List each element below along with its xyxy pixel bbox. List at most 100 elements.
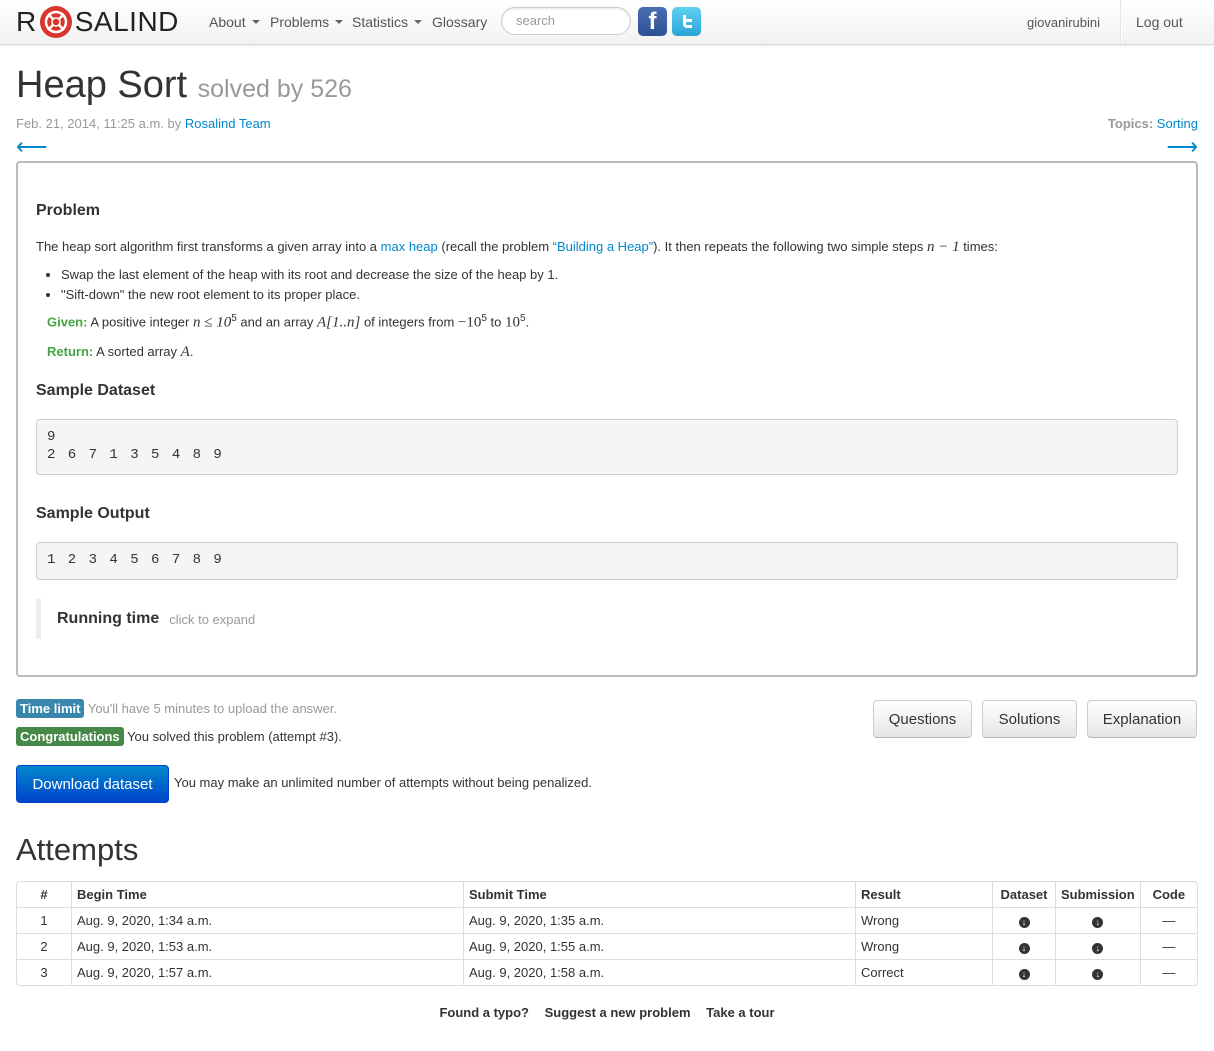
- column-header: Begin Time: [71, 882, 463, 907]
- twitter-icon[interactable]: [672, 7, 701, 36]
- attempt-number: 2: [17, 933, 71, 959]
- nav-about-label: About: [209, 14, 246, 30]
- intro-text-1: The heap sort algorithm first transforms…: [36, 239, 381, 254]
- download-icon[interactable]: ↓: [1018, 969, 1030, 980]
- return-label: Return:: [47, 344, 94, 359]
- download-icon[interactable]: ↓: [1018, 943, 1030, 954]
- rosalind-logo[interactable]: R SALIND: [16, 4, 179, 40]
- sample-output-heading: Sample Output: [36, 505, 150, 522]
- page-title: Heap Sort solved by 526: [16, 64, 352, 107]
- attempt-number: 3: [17, 959, 71, 985]
- table-row: 3 Aug. 9, 2020, 1:57 a.m. Aug. 9, 2020, …: [17, 959, 1197, 985]
- problem-intro: The heap sort algorithm first transforms…: [36, 239, 998, 256]
- nav-glossary[interactable]: Glossary: [432, 0, 487, 44]
- given-text-1: A positive integer: [87, 314, 193, 330]
- table-row: 2 Aug. 9, 2020, 1:53 a.m. Aug. 9, 2020, …: [17, 933, 1197, 959]
- submission-download[interactable]: ↓: [1055, 933, 1140, 959]
- building-heap-link[interactable]: “Building a Heap”: [553, 239, 653, 254]
- facebook-icon[interactable]: f: [638, 7, 667, 36]
- twitter-bird-icon: [682, 14, 692, 28]
- code-cell: —: [1139, 933, 1197, 959]
- found-typo-link[interactable]: Found a typo?: [439, 1005, 529, 1020]
- attempts-table: # Begin Time Submit Time Result Dataset …: [16, 881, 1198, 986]
- intro-text-4: times:: [959, 239, 998, 254]
- problem-title: Heap Sort: [16, 64, 188, 106]
- dataset-download[interactable]: ↓: [992, 933, 1055, 959]
- given-math-4: 10: [505, 314, 520, 331]
- problem-meta: Feb. 21, 2014, 11:25 a.m. by Rosalind Te…: [16, 116, 271, 131]
- code-cell: —: [1139, 907, 1197, 933]
- download-note: You may make an unlimited number of atte…: [174, 775, 592, 790]
- download-dataset-button[interactable]: Download dataset: [16, 765, 169, 803]
- top-navbar: R SALIND About Problems Statistics Gloss…: [0, 0, 1214, 45]
- search-input[interactable]: search: [501, 7, 631, 35]
- nav-statistics-label: Statistics: [352, 14, 409, 30]
- submission-download[interactable]: ↓: [1055, 959, 1140, 985]
- code-cell: —: [1139, 959, 1197, 985]
- given-text-2: and an array: [236, 314, 317, 330]
- list-item: "Sift-down" the new root element to its …: [61, 285, 558, 305]
- sample-dataset-heading: Sample Dataset: [36, 382, 156, 399]
- next-problem-arrow-icon[interactable]: ⟶: [1166, 134, 1198, 160]
- nav-about[interactable]: About: [209, 0, 260, 44]
- section-problem-heading: Problem: [36, 202, 101, 219]
- return-math: A: [180, 344, 190, 360]
- column-header: Result: [855, 882, 992, 907]
- topics-label: Topics:: [1107, 116, 1154, 131]
- given-text-5: .: [525, 314, 530, 330]
- topic-link-sorting[interactable]: Sorting: [1157, 116, 1198, 131]
- download-icon[interactable]: ↓: [1092, 917, 1104, 928]
- max-heap-link[interactable]: max heap: [381, 239, 438, 254]
- topics: Topics: Sorting: [1108, 116, 1198, 131]
- table-header-row: # Begin Time Submit Time Result Dataset …: [17, 882, 1197, 907]
- footer: Found a typo? Suggest a new problem Take…: [0, 1005, 1214, 1020]
- download-icon[interactable]: ↓: [1092, 969, 1104, 980]
- return-text: A sorted array: [93, 344, 181, 359]
- attempts-heading: Attempts: [16, 832, 139, 867]
- author-link[interactable]: Rosalind Team: [185, 116, 271, 131]
- time-limit-line: Time limit You'll have 5 minutes to uplo…: [16, 699, 337, 718]
- column-header: #: [40, 887, 48, 902]
- column-header: Submit Time: [463, 882, 855, 907]
- nav-problems-label: Problems: [270, 14, 330, 30]
- result: Wrong: [855, 907, 992, 933]
- list-item: Swap the last element of the heap with i…: [61, 265, 558, 285]
- username-link[interactable]: giovanirubini: [1027, 0, 1100, 44]
- download-icon[interactable]: ↓: [1018, 917, 1030, 928]
- running-time-hint: click to expand: [169, 611, 256, 627]
- submit-time: Aug. 9, 2020, 1:55 a.m.: [463, 933, 855, 959]
- problem-date: Feb. 21, 2014, 11:25 a.m. by: [16, 116, 185, 131]
- brand-text: SALIND: [74, 6, 179, 37]
- download-icon[interactable]: ↓: [1092, 943, 1104, 954]
- explanation-button[interactable]: Explanation: [1087, 700, 1197, 738]
- submission-download[interactable]: ↓: [1055, 907, 1140, 933]
- suggest-problem-link[interactable]: Suggest a new problem: [545, 1005, 691, 1020]
- dataset-download[interactable]: ↓: [992, 959, 1055, 985]
- time-limit-badge: Time limit: [16, 699, 85, 718]
- take-tour-link[interactable]: Take a tour: [706, 1005, 774, 1020]
- sample-dataset-block: 9 2 6 7 1 3 5 4 8 9: [36, 419, 1178, 475]
- logout-link[interactable]: Log out: [1136, 0, 1183, 44]
- table-row: 1 Aug. 9, 2020, 1:34 a.m. Aug. 9, 2020, …: [17, 907, 1197, 933]
- chevron-down-icon: [414, 20, 423, 24]
- dataset-download[interactable]: ↓: [992, 907, 1055, 933]
- nav-problems[interactable]: Problems: [270, 0, 344, 44]
- running-time-toggle[interactable]: Running time click to expand: [36, 599, 255, 639]
- begin-time: Aug. 9, 2020, 1:57 a.m.: [71, 959, 463, 985]
- questions-button[interactable]: Questions: [873, 700, 972, 738]
- congrats-text: You solved this problem (attempt #3).: [127, 729, 342, 744]
- nav-statistics[interactable]: Statistics: [352, 0, 423, 44]
- given-line: Given: A positive integer n ≤ 105 and an…: [47, 313, 529, 331]
- chevron-down-icon: [335, 20, 344, 24]
- submit-time: Aug. 9, 2020, 1:35 a.m.: [463, 907, 855, 933]
- begin-time: Aug. 9, 2020, 1:34 a.m.: [71, 907, 463, 933]
- time-limit-text: You'll have 5 minutes to upload the answ…: [87, 701, 338, 716]
- prev-problem-arrow-icon[interactable]: ⟵: [16, 134, 48, 160]
- intro-text-3: ). It then repeats the following two sim…: [653, 239, 927, 254]
- column-header: Dataset: [992, 882, 1055, 907]
- solutions-button[interactable]: Solutions: [982, 700, 1077, 738]
- given-text-4: to: [486, 314, 505, 330]
- congratulations-badge: Congratulations: [16, 727, 124, 746]
- begin-time: Aug. 9, 2020, 1:53 a.m.: [71, 933, 463, 959]
- result: Correct: [855, 959, 992, 985]
